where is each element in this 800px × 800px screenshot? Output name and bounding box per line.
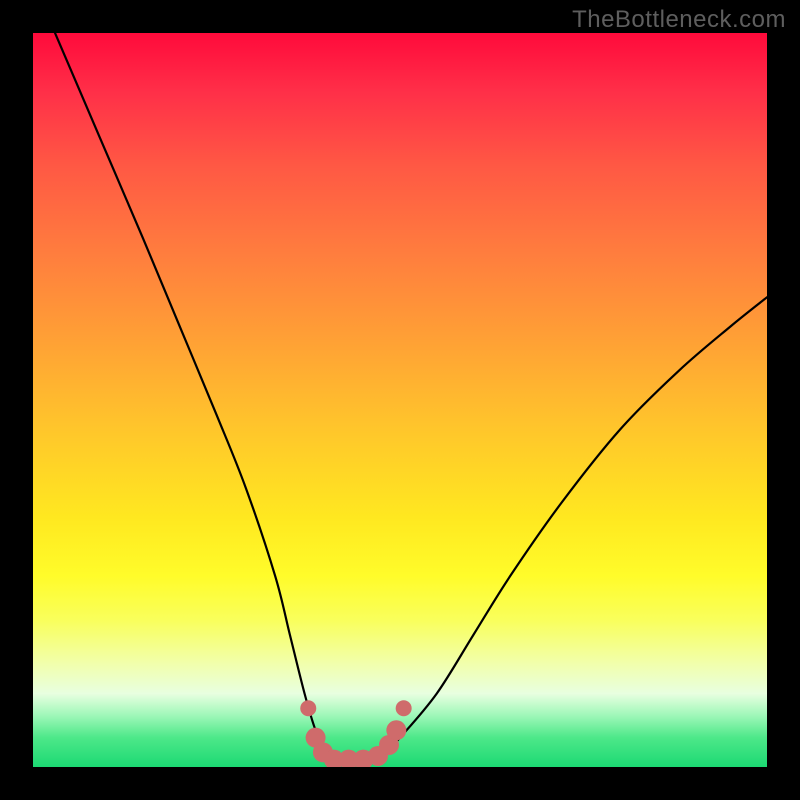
chart-svg: [33, 33, 767, 767]
highlight-dot: [386, 720, 406, 740]
highlight-dot: [300, 700, 316, 716]
bottleneck-curve-path: [55, 33, 767, 760]
watermark-text: TheBottleneck.com: [572, 6, 786, 34]
chart-frame: TheBottleneck.com: [0, 0, 800, 800]
highlight-marker-group: [300, 700, 411, 767]
highlight-dot: [396, 700, 412, 716]
